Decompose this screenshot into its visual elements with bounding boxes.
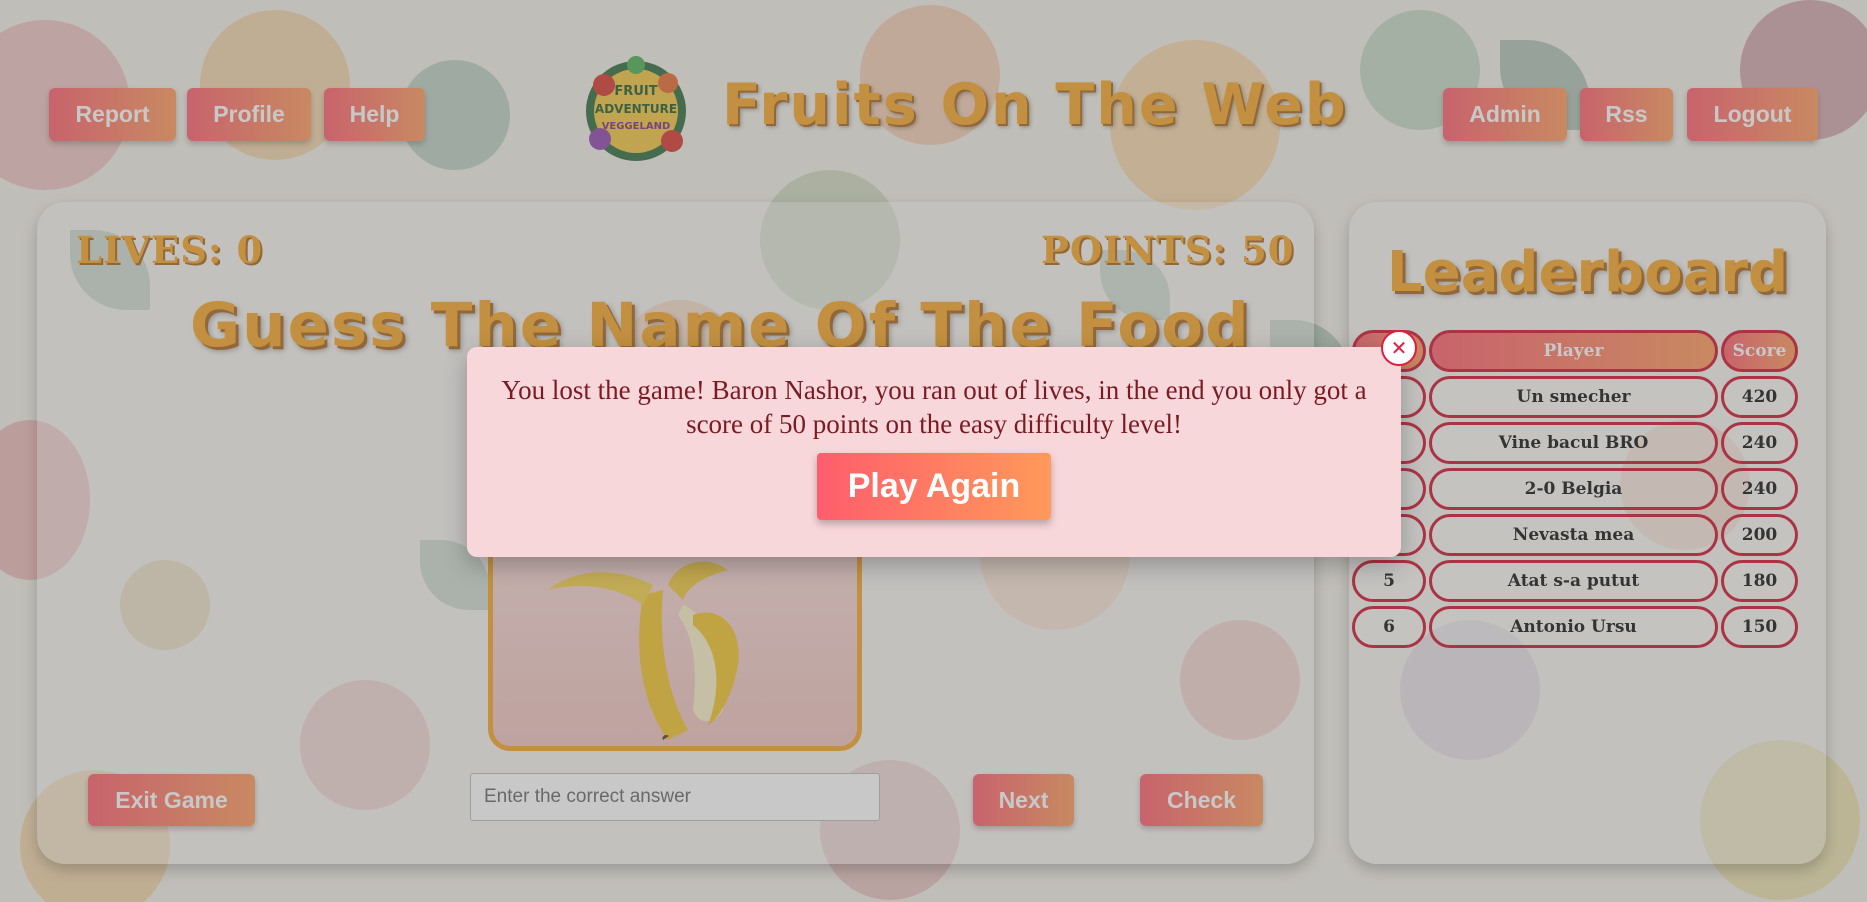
game-over-modal: You lost the game! Baron Nashor, you ran…	[467, 347, 1401, 557]
play-again-button[interactable]: Play Again	[817, 453, 1051, 520]
close-icon[interactable]: ✕	[1381, 330, 1417, 366]
game-over-message: You lost the game! Baron Nashor, you ran…	[501, 375, 1367, 439]
